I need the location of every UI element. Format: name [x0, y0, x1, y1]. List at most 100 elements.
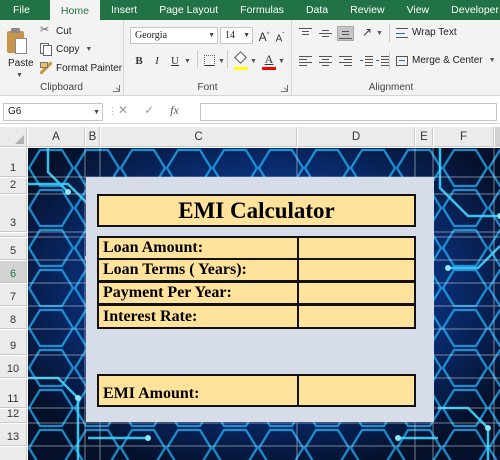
- tab-review[interactable]: Review: [339, 0, 395, 20]
- font-group-label: Font: [197, 82, 218, 93]
- shrink-font-button[interactable]: Aˇ: [273, 29, 287, 46]
- value-loan-terms[interactable]: [297, 258, 416, 282]
- value-interest-rate[interactable]: [297, 304, 416, 329]
- font-size-value: 14: [225, 30, 235, 41]
- row-header-14[interactable]: [0, 447, 27, 460]
- cancel-icon[interactable]: ✕: [118, 103, 128, 118]
- fill-color-swatch: [234, 67, 248, 70]
- tab-home[interactable]: Home: [49, 0, 100, 20]
- value-emi-amount[interactable]: [297, 374, 416, 407]
- borders-button[interactable]: [204, 55, 215, 66]
- formula-bar: G6 ▼ ⋮ ✕ ✓ fx: [0, 100, 500, 124]
- column-header-e[interactable]: E: [416, 127, 433, 147]
- label-loan-amount[interactable]: Loan Amount:: [97, 236, 299, 260]
- align-right-button[interactable]: [339, 56, 352, 67]
- top-align-button[interactable]: [299, 28, 312, 39]
- clipboard-launcher-icon[interactable]: [113, 85, 120, 92]
- grow-font-button[interactable]: A^: [257, 28, 271, 44]
- chevron-down-icon: ▼: [243, 31, 250, 39]
- orientation-dropdown-icon[interactable]: ▼: [376, 30, 383, 37]
- copy-dropdown-icon[interactable]: ▼: [85, 46, 92, 53]
- bottom-align-button[interactable]: [337, 26, 354, 41]
- select-all-button[interactable]: [0, 127, 27, 147]
- orientation-button[interactable]: ↗: [362, 25, 372, 39]
- row-header-13[interactable]: 13: [0, 424, 27, 446]
- paste-icon: [7, 28, 29, 56]
- tab-file[interactable]: File: [0, 0, 50, 20]
- column-header-d[interactable]: D: [298, 127, 415, 147]
- font-color-dropdown-icon[interactable]: ▼: [278, 58, 285, 65]
- name-box-value: G6: [8, 106, 22, 117]
- cut-button[interactable]: Cut: [40, 23, 72, 37]
- fill-color-dropdown-icon[interactable]: ▼: [250, 58, 257, 65]
- column-header-f[interactable]: F: [434, 127, 494, 147]
- copy-button[interactable]: Copy ▼: [40, 43, 92, 56]
- column-header-a[interactable]: A: [28, 127, 85, 147]
- row-header-1[interactable]: 1: [0, 148, 27, 177]
- merge-center-dropdown-icon[interactable]: ▼: [489, 57, 496, 64]
- calculator-title[interactable]: EMI Calculator: [97, 194, 416, 227]
- font-color-button[interactable]: A: [262, 52, 276, 70]
- row-header-2[interactable]: 2: [0, 178, 27, 194]
- font-color-swatch: [262, 67, 276, 70]
- fill-color-button[interactable]: [234, 51, 248, 70]
- row-header-9[interactable]: 9: [0, 330, 27, 355]
- label-interest-rate[interactable]: Interest Rate:: [97, 304, 299, 329]
- clipboard-group-label: Clipboard: [40, 82, 83, 93]
- decrease-indent-button[interactable]: [360, 56, 373, 67]
- column-header-g[interactable]: [495, 127, 500, 147]
- row-header-8[interactable]: 8: [0, 307, 27, 329]
- formula-input[interactable]: [200, 103, 497, 121]
- row-header-3[interactable]: 3: [0, 195, 27, 232]
- font-color-icon: A: [264, 52, 274, 66]
- insert-function-icon[interactable]: fx: [170, 103, 179, 118]
- column-header-c[interactable]: C: [101, 127, 297, 147]
- borders-icon: [205, 65, 214, 66]
- middle-align-button[interactable]: [319, 28, 332, 39]
- paste-button[interactable]: Paste ▼: [2, 22, 36, 80]
- font-group: Georgia ▼ 14 ▼ A^ Aˇ B I U ▼ ▼ ▼ A ▼ Fon…: [124, 20, 292, 96]
- bold-button[interactable]: B: [133, 54, 145, 68]
- copy-label: Copy: [56, 43, 80, 55]
- borders-dropdown-icon[interactable]: ▼: [218, 58, 225, 65]
- row-header-7[interactable]: 7: [0, 284, 27, 306]
- underline-button[interactable]: U: [169, 54, 181, 68]
- tab-formulas[interactable]: Formulas: [229, 0, 295, 20]
- label-payment-per-year[interactable]: Payment Per Year:: [97, 281, 299, 305]
- increase-indent-button[interactable]: [376, 56, 389, 67]
- merge-center-label: Merge & Center: [412, 55, 483, 66]
- tab-insert[interactable]: Insert: [100, 0, 148, 20]
- name-box[interactable]: G6 ▼: [3, 103, 103, 121]
- paint-bucket-icon: [234, 51, 247, 64]
- row-header-12[interactable]: 12: [0, 408, 27, 423]
- align-center-button[interactable]: [319, 56, 332, 67]
- tab-developer[interactable]: Developer: [440, 0, 500, 20]
- wrap-text-button[interactable]: Wrap Text: [396, 27, 457, 38]
- value-payment-per-year[interactable]: [297, 281, 416, 305]
- tab-view[interactable]: View: [396, 0, 441, 20]
- font-size-select[interactable]: 14 ▼: [220, 27, 253, 44]
- column-header-b[interactable]: B: [86, 127, 100, 147]
- font-launcher-icon[interactable]: [281, 85, 288, 92]
- tab-data[interactable]: Data: [295, 0, 339, 20]
- label-loan-terms[interactable]: Loan Terms ( Years):: [97, 258, 299, 282]
- row-header-10[interactable]: 10: [0, 356, 27, 378]
- divider: [389, 24, 390, 42]
- italic-button[interactable]: I: [151, 54, 163, 68]
- tab-page-layout[interactable]: Page Layout: [148, 0, 229, 20]
- label-emi-amount[interactable]: EMI Amount:: [97, 374, 299, 407]
- ribbon-home: Paste ▼ Cut Copy ▼ Format Painter Clipbo…: [0, 20, 500, 96]
- format-painter-label: Format Painter: [56, 62, 123, 74]
- font-family-select[interactable]: Georgia ▼: [130, 27, 218, 44]
- format-painter-button[interactable]: Format Painter: [40, 62, 122, 74]
- row-header-11[interactable]: 11: [0, 379, 27, 408]
- row-header-4[interactable]: [0, 233, 27, 237]
- align-left-button[interactable]: [299, 56, 312, 67]
- enter-icon[interactable]: ✓: [144, 103, 154, 118]
- paste-dropdown-icon: ▼: [16, 72, 23, 79]
- row-header-6[interactable]: 6: [0, 261, 27, 283]
- underline-dropdown-icon[interactable]: ▼: [184, 58, 191, 65]
- row-header-5[interactable]: 5: [0, 238, 27, 260]
- value-loan-amount[interactable]: [297, 236, 416, 260]
- merge-center-button[interactable]: Merge & Center ▼: [396, 55, 496, 66]
